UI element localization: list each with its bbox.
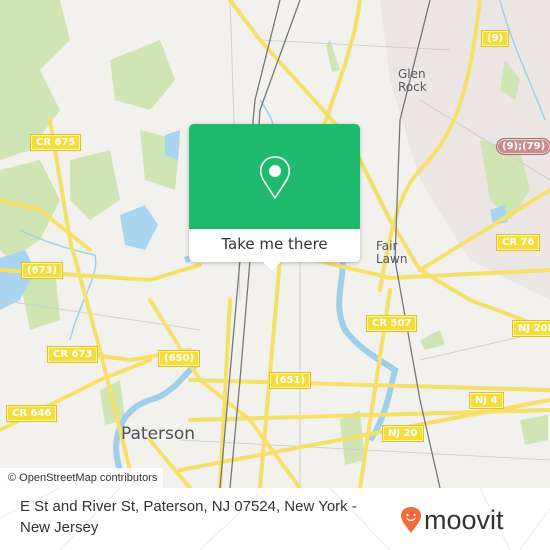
popup-header — [189, 124, 360, 229]
route-shield: (9);(79) — [496, 138, 550, 155]
map[interactable]: Glen Rock Fair Lawn Paterson (9) (9);(79… — [0, 0, 550, 488]
route-shield: CR 646 — [6, 405, 58, 422]
map-attribution[interactable]: © OpenStreetMap contributors — [0, 468, 164, 488]
route-shield: CR 675 — [30, 134, 82, 151]
location-popup: Take me there — [189, 124, 360, 271]
moovit-wordmark: moovit — [424, 505, 504, 535]
place-label-paterson: Paterson — [121, 424, 196, 444]
route-shield: CR 673 — [47, 346, 99, 363]
route-shield: (9) — [481, 30, 510, 47]
route-shield: NJ 20 — [382, 425, 424, 442]
route-shield: (650) — [158, 350, 201, 367]
moovit-pin-icon — [401, 507, 421, 533]
place-label-line: Lawn — [376, 252, 408, 266]
route-shield: NJ 208 — [512, 320, 550, 337]
route-shield: (651) — [269, 372, 312, 389]
place-label-line: Paterson — [121, 424, 196, 444]
place-label-fair-lawn: Fair Lawn — [376, 240, 407, 266]
route-shield: CR 507 — [366, 315, 418, 332]
route-shield: NJ 4 — [469, 392, 504, 409]
take-me-there-button[interactable]: Take me there — [189, 229, 360, 262]
place-label-line: Rock — [398, 80, 427, 94]
route-shield: (673) — [21, 262, 64, 279]
place-label-glen-rock: Glen Rock — [398, 68, 427, 94]
stop-address: E St and River St, Paterson, NJ 07524, N… — [20, 498, 357, 536]
moovit-logo[interactable]: moovit — [400, 506, 504, 534]
map-pin-icon — [260, 156, 290, 199]
route-shield: CR 76 — [496, 234, 541, 251]
